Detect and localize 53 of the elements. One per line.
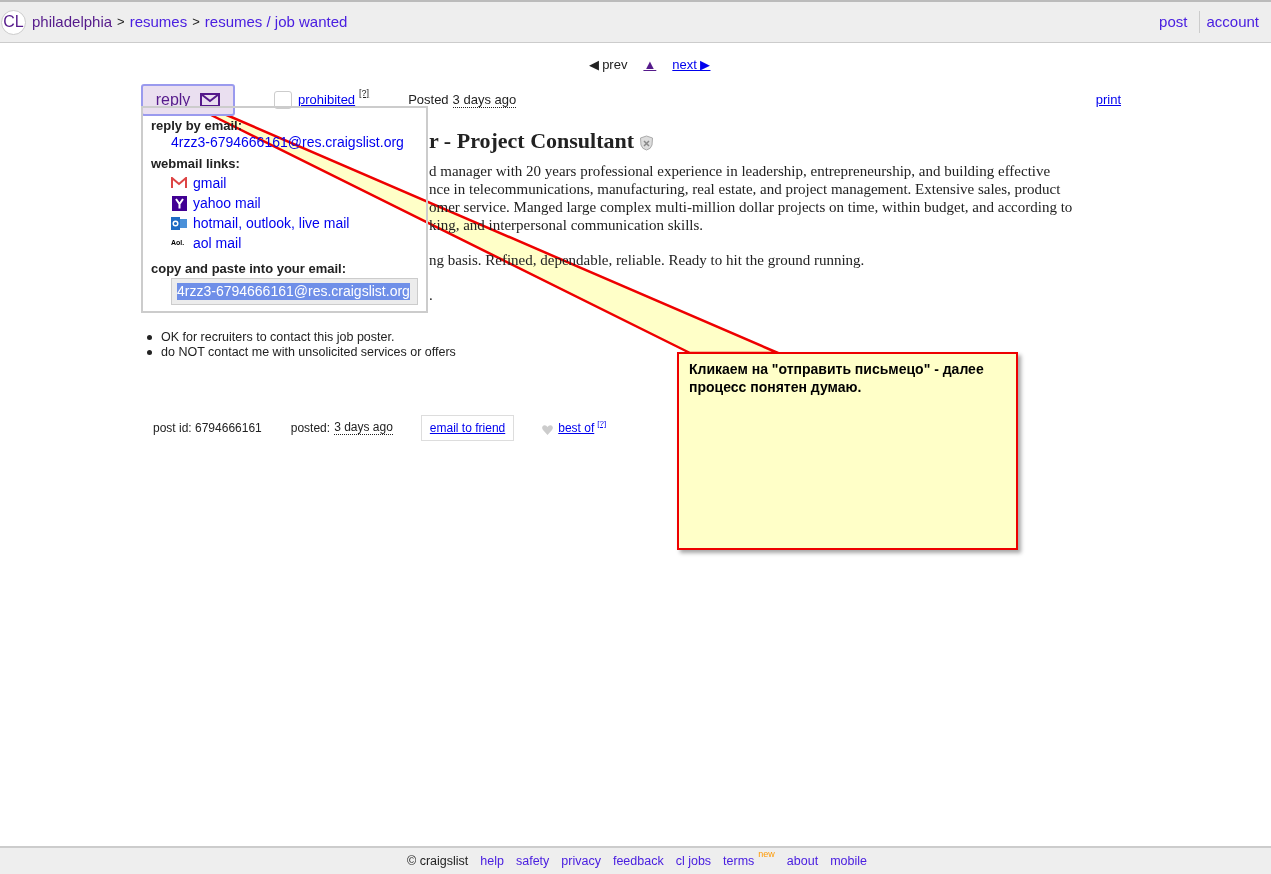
outlook-icon bbox=[171, 215, 187, 231]
footer-link[interactable]: terms new bbox=[723, 851, 775, 871]
posted-time: 3 days ago bbox=[452, 92, 517, 108]
new-label: new bbox=[758, 848, 775, 859]
help-link[interactable]: [?] bbox=[597, 419, 607, 428]
header-link[interactable]: account bbox=[1199, 10, 1265, 34]
prohibited-link[interactable]: prohibited bbox=[298, 90, 356, 110]
body-text-line: nce in telecommunications, manufacturing, real estate, and project management. Extensive sales, product bbox=[429, 180, 1062, 198]
breadcrumb-link[interactable]: resumes bbox=[129, 10, 188, 34]
webmail-link[interactable]: hotmail, outlook, live mail bbox=[193, 215, 350, 231]
posted-time: 3 days ago bbox=[334, 421, 393, 435]
breadcrumb-separator: > bbox=[117, 13, 125, 32]
body-text-line: d manager with 20 years professional experience in leadership, entrepreneurship, and building effective bbox=[429, 162, 1052, 180]
heart-icon[interactable] bbox=[542, 424, 554, 435]
footer-link[interactable]: feedback bbox=[612, 851, 664, 871]
footer-link[interactable]: privacy bbox=[561, 851, 601, 871]
callout-note: Кликаем на "отправить письмецо" - далее процесс понятен думаю. bbox=[677, 352, 1018, 550]
y-square-icon bbox=[171, 195, 187, 211]
notice-text: OK for recruiters to contact this job poster. bbox=[161, 330, 395, 345]
notice-text: do NOT contact me with unsolicited services or offers bbox=[161, 345, 456, 360]
next-link[interactable]: next ▶ bbox=[672, 55, 711, 75]
posted-label: Posted bbox=[408, 91, 449, 110]
prev-label: ◀ prev bbox=[588, 56, 628, 75]
breadcrumb-separator: > bbox=[192, 13, 200, 32]
header-link[interactable]: post bbox=[1153, 10, 1194, 34]
copyright-text: © craigslist bbox=[407, 852, 469, 870]
body-text-line: . bbox=[429, 286, 434, 304]
posting-title: r - Project Consultant bbox=[429, 127, 635, 155]
envelope-m-icon bbox=[171, 177, 187, 189]
help-link[interactable]: [?] bbox=[359, 88, 370, 98]
footer-link[interactable]: mobile bbox=[830, 851, 867, 871]
webmail-link[interactable]: aol mail bbox=[193, 235, 242, 251]
up-link[interactable]: ▲ bbox=[643, 55, 657, 75]
print-link[interactable]: print bbox=[1095, 90, 1121, 110]
footer-link[interactable]: safety bbox=[515, 851, 550, 871]
webmail-link[interactable]: yahoo mail bbox=[193, 195, 261, 211]
hide-icon[interactable] bbox=[639, 135, 655, 151]
bullet-icon bbox=[147, 350, 152, 355]
bullet-icon bbox=[147, 335, 152, 340]
section-heading: copy and paste into your email: bbox=[151, 261, 348, 277]
best-of-link[interactable]: best of bbox=[558, 419, 595, 437]
post-id: post id: 6794666161 bbox=[153, 420, 262, 437]
footer-link[interactable]: cl jobs bbox=[675, 851, 712, 871]
breadcrumb-link[interactable]: philadelphia bbox=[32, 10, 113, 34]
footer-link[interactable]: help bbox=[480, 851, 504, 871]
posted-label: posted: bbox=[290, 420, 331, 437]
footer-link[interactable]: about bbox=[786, 851, 819, 871]
section-heading: webmail links: bbox=[151, 156, 241, 172]
logo[interactable]: CL bbox=[1, 9, 26, 35]
webmail-link[interactable]: gmail bbox=[193, 175, 227, 191]
breadcrumb-link[interactable]: resumes / job wanted bbox=[204, 10, 348, 34]
email-to-friend-button[interactable]: email to friend bbox=[420, 415, 515, 441]
envelope-icon bbox=[200, 93, 221, 107]
